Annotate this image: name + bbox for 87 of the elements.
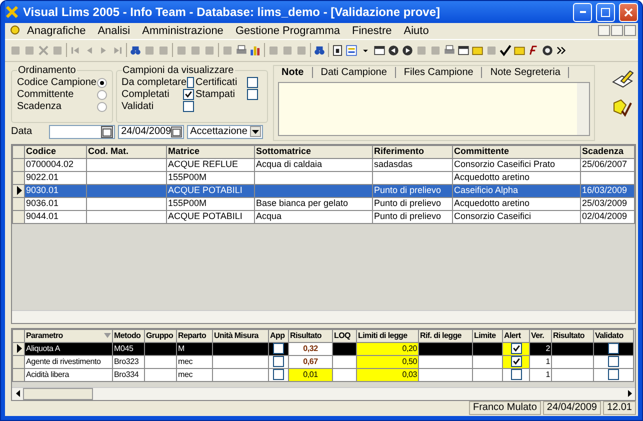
table-cell: 25/06/2007 [580,158,634,172]
column-header[interactable]: Reparto [176,329,212,342]
tab[interactable]: Dati Campione [312,67,396,78]
column-header[interactable]: Rif. di legge [418,329,472,342]
table-cell: mec [176,368,212,382]
status-field: 12.01 [602,401,636,415]
tab[interactable]: Note [274,67,313,78]
table-cell: Punto di prelievo [372,210,452,224]
table-cell: ACQUE POTABILI [166,210,254,224]
table-cell: 155P00M [166,171,254,184]
status-field: 24/04/2009 [542,401,601,415]
column-header[interactable]: Riferimento [372,145,452,158]
status-field: Franco Mulato [468,401,541,415]
date-field[interactable]: 24/04/2009 [118,124,184,139]
option-label: Completati [122,89,170,100]
column-header[interactable]: Sottomatrice [254,145,372,158]
table-cell: 0,20 [356,342,418,356]
menu-item[interactable]: Aiuto [398,24,435,37]
table-cell: Punto di prelievo [372,197,452,210]
option-label: Committente [17,89,74,100]
column-header[interactable]: Scadenza [580,145,634,158]
column-header[interactable]: Risultato [552,329,594,342]
tab[interactable]: Note Segreteria [482,67,570,78]
column-header[interactable]: Unità Misura [212,329,268,342]
column-header[interactable]: Gruppo [144,329,176,342]
menu-item[interactable]: Analisi [92,24,136,37]
table-cell: 0700004.02 [24,158,86,172]
table-cell: Acquedotto aretino [452,171,580,184]
column-header[interactable]: App [268,329,288,342]
column-header[interactable]: Metodo [112,329,144,342]
table-cell: 0,67 [288,355,332,368]
table-cell: 0,03 [356,368,418,382]
table-cell: Caseificio Alpha [452,184,580,198]
menu-item[interactable]: Finestre [346,24,398,37]
table-cell: Punto di prelievo [372,184,452,198]
column-header[interactable]: LOQ [332,329,356,342]
menu-item[interactable]: Amministrazione [136,24,230,37]
menu-item[interactable]: Gestione Programma [229,24,346,37]
table-cell: 9036.01 [24,197,86,210]
group-title: Campioni da visualizzare [122,64,235,76]
table-cell: Consorzio Caseifici [452,210,580,224]
table-cell: 16/03/2009 [580,184,634,198]
column-header[interactable]: Cod. Mat. [86,145,166,158]
table-cell: ACQUE POTABILI [166,184,254,198]
table-cell: 155P00M [166,197,254,210]
column-header[interactable]: Parametro [24,329,112,342]
option-label: Certificati [196,77,238,88]
table-cell: 02/04/2009 [580,210,634,224]
table-cell: 25/03/2009 [580,197,634,210]
table-cell: Agente di rivestimento [24,355,112,368]
column-header[interactable]: Codice [24,145,86,158]
column-header[interactable]: Committente [452,145,580,158]
option-label: Validati [122,101,154,112]
table-cell: ACQUE REFLUE [166,158,254,172]
table-cell: Acidità libera [24,368,112,382]
column-header[interactable]: Ver. [530,329,552,342]
group-title: Ordinamento [17,64,77,76]
option-label: Da completare [122,77,187,88]
table-cell: M [176,342,212,356]
table-cell: 9030.01 [24,184,86,198]
table-cell: Consorzio Caseifici Prato [452,158,580,172]
column-header[interactable]: Alert [502,329,530,342]
table-cell: Acqua di caldaia [254,158,372,172]
table-cell: Acquedotto aretino [452,197,580,210]
table-cell: mec [176,355,212,368]
field-label: Data [11,126,32,138]
table-cell: sadasdas [372,158,452,172]
column-header[interactable]: Limite [472,329,502,342]
menu-item[interactable]: Anagrafiche [21,24,92,37]
column-header[interactable]: Matrice [166,145,254,158]
stage-dropdown[interactable]: Accettazione [187,124,264,139]
column-header[interactable]: Limiti di legge [356,329,418,342]
table-cell: 9022.01 [24,171,86,184]
table-cell: 0,01 [288,368,332,382]
table-cell: 0,32 [288,342,332,356]
option-label: Scadenza [17,101,62,112]
table-cell: Base bianca per gelato [254,197,372,210]
column-header[interactable]: Risultato [288,329,332,342]
window-title: Visual Lims 2005 - Info Team - Database: lims_demo - [Validazione prove] [23,5,442,19]
table-cell: 0,50 [356,355,418,368]
tab[interactable]: Files Campione [396,67,482,78]
table-cell: 9044.01 [24,210,86,224]
option-label: Codice Campione [17,77,96,88]
option-label: Stampati [196,89,235,100]
column-header[interactable]: Validato [594,329,634,342]
table-cell: Aliquota A [24,342,112,356]
table-cell: Acqua [254,210,372,224]
